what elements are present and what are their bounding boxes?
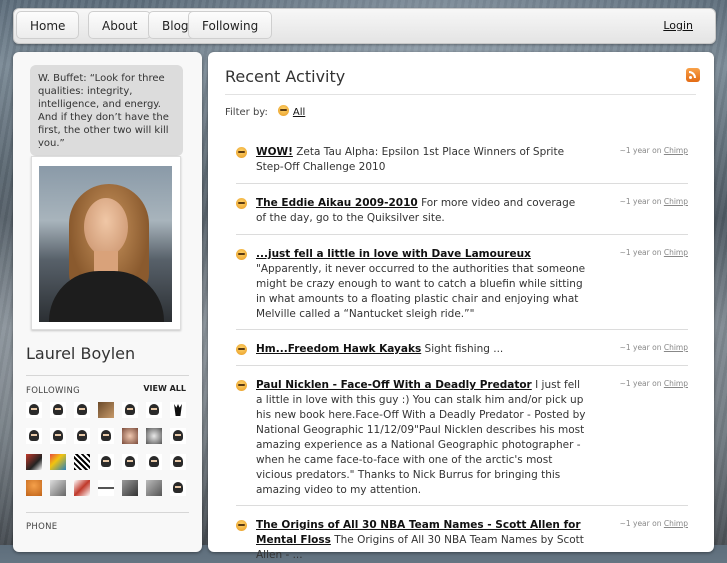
chimp-face-icon (236, 249, 247, 260)
divider (236, 234, 688, 235)
following-avatar[interactable] (74, 402, 90, 418)
following-avatar[interactable] (26, 402, 42, 418)
activity-meta: ~1 year on Chimp (620, 343, 688, 352)
rss-feed-icon[interactable] (686, 68, 700, 82)
following-avatar[interactable] (74, 428, 90, 444)
activity-author-link[interactable]: Chimp (664, 248, 688, 257)
following-avatar[interactable] (146, 480, 162, 496)
divider (26, 375, 189, 376)
following-avatar[interactable] (98, 402, 114, 418)
following-avatar[interactable] (26, 428, 42, 444)
following-avatar[interactable] (146, 428, 162, 444)
page-title: Recent Activity (225, 67, 346, 86)
divider (26, 512, 189, 513)
nav-about[interactable]: About (88, 11, 152, 39)
following-avatar[interactable] (146, 402, 162, 418)
nav-following[interactable]: Following (188, 11, 273, 39)
activity-link[interactable]: Hm...Freedom Hawk Kayaks (256, 343, 421, 355)
phone-label: PHONE (26, 522, 58, 532)
chimp-face-icon (236, 344, 247, 355)
divider (236, 183, 688, 184)
chimp-face-icon (236, 520, 247, 531)
following-avatar[interactable] (170, 454, 186, 470)
activity-meta: ~1 year on Chimp (620, 197, 688, 206)
following-label: FOLLOWING (26, 386, 80, 396)
login-link[interactable]: Login (663, 19, 693, 32)
following-avatar[interactable] (122, 428, 138, 444)
activity-time: ~1 year on (619, 197, 662, 206)
following-avatar[interactable] (98, 428, 114, 444)
filter-label: Filter by: (225, 107, 268, 118)
activity-author-link[interactable]: Chimp (664, 519, 688, 528)
quote-bubble: W. Buffet: “Look for three qualities: in… (30, 65, 183, 156)
following-avatar[interactable] (122, 480, 138, 496)
activity-link[interactable]: WOW! (256, 146, 293, 158)
chimp-face-icon (236, 147, 247, 158)
chimp-face-icon (277, 105, 289, 116)
divider (236, 365, 688, 366)
activity-text: "Apparently, it never occurred to the au… (256, 263, 586, 320)
following-avatar[interactable] (122, 402, 138, 418)
profile-sidebar: W. Buffet: “Look for three qualities: in… (13, 52, 202, 552)
recent-activity-panel: Recent Activity Filter by: All WOW! Zeta … (208, 52, 714, 561)
activity-link[interactable]: The Eddie Aikau 2009-2010 (256, 197, 418, 209)
activity-meta: ~1 year on Chimp (620, 379, 688, 388)
following-avatar[interactable] (170, 480, 186, 496)
following-avatar[interactable] (74, 454, 90, 470)
activity-link[interactable]: ...just fell a little in love with Dave … (256, 248, 531, 260)
activity-author-link[interactable]: Chimp (664, 343, 688, 352)
activity-meta: ~1 year on Chimp (620, 146, 688, 155)
following-avatar[interactable] (170, 402, 186, 418)
activity-time: ~1 year on (619, 379, 662, 388)
chimp-face-icon (236, 380, 247, 391)
nav-home[interactable]: Home (16, 11, 80, 39)
activity-time: ~1 year on (619, 519, 662, 528)
following-avatar[interactable] (98, 454, 114, 470)
following-avatar[interactable] (50, 428, 66, 444)
activity-text: Sight fishing ... (421, 343, 504, 355)
activity-time: ~1 year on (619, 146, 662, 155)
activity-time: ~1 year on (619, 248, 662, 257)
filter-all-link[interactable]: All (293, 107, 305, 118)
following-avatar[interactable] (74, 480, 90, 496)
following-avatar[interactable] (170, 428, 186, 444)
following-avatar[interactable] (50, 454, 66, 470)
divider (236, 505, 688, 506)
quote-bubble-tail (40, 146, 50, 156)
activity-author-link[interactable]: Chimp (664, 379, 688, 388)
activity-time: ~1 year on (619, 343, 662, 352)
activity-author-link[interactable]: Chimp (664, 197, 688, 206)
profile-name: Laurel Boylen (26, 344, 136, 363)
activity-text: Zeta Tau Alpha: Epsilon 1st Place Winner… (256, 146, 565, 173)
following-avatar[interactable] (26, 480, 42, 496)
divider (225, 94, 696, 95)
top-navbar: Home About Blog Following Login (13, 8, 716, 44)
activity-text: I just fell a little in love with this g… (256, 379, 586, 496)
following-avatar[interactable] (26, 454, 42, 470)
following-avatar[interactable] (122, 454, 138, 470)
activity-meta: ~1 year on Chimp (620, 248, 688, 257)
profile-photo-frame (31, 156, 181, 330)
profile-photo (39, 166, 172, 322)
following-avatar[interactable] (146, 454, 162, 470)
following-avatar[interactable] (98, 480, 114, 496)
chimp-face-icon (236, 198, 247, 209)
following-avatar[interactable] (50, 402, 66, 418)
activity-meta: ~1 year on Chimp (620, 519, 688, 528)
activity-author-link[interactable]: Chimp (664, 146, 688, 155)
following-avatar[interactable] (50, 480, 66, 496)
activity-link[interactable]: Paul Nicklen - Face-Off With a Deadly Pr… (256, 379, 532, 391)
filter-bar: Filter by: All (225, 105, 305, 118)
view-all-link[interactable]: VIEW ALL (143, 384, 186, 393)
divider (236, 329, 688, 330)
